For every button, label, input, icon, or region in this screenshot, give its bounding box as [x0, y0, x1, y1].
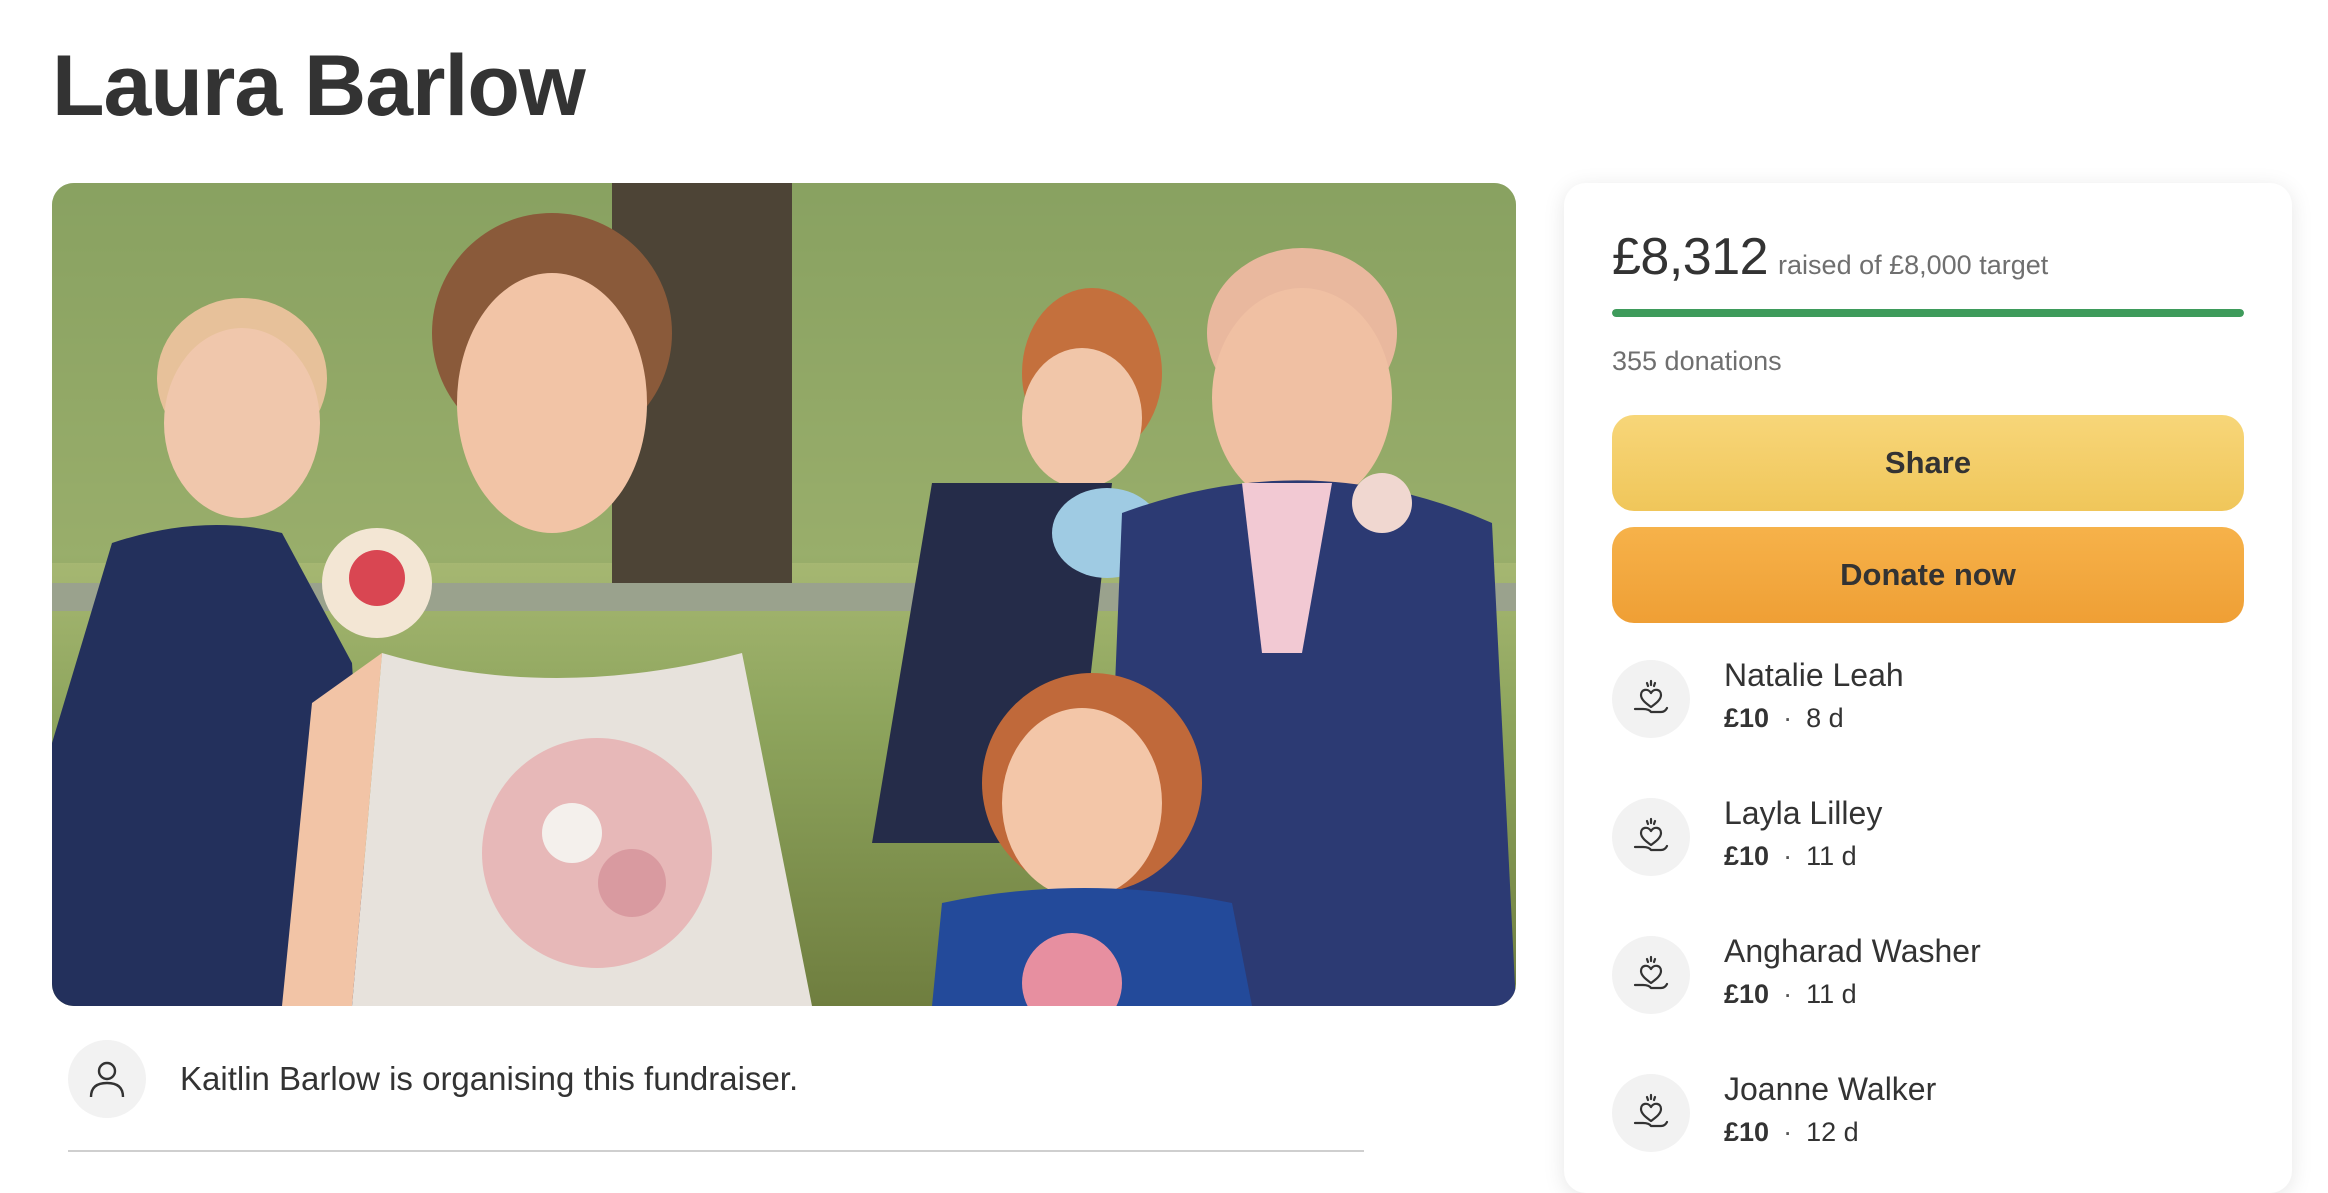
donor-item: Natalie Leah £10 · 8 d: [1612, 657, 2244, 757]
heart-hand-icon: [1612, 1074, 1690, 1152]
donor-meta: £10 · 11 d: [1724, 841, 1857, 871]
donor-amount: £10: [1724, 703, 1770, 733]
page-title: Laura Barlow: [52, 38, 586, 134]
donation-card: £8,312 raised of £8,000 target 355 donat…: [1564, 183, 2292, 1193]
donor-meta: £10 · 11 d: [1724, 979, 1857, 1009]
donor-meta: £10 · 8 d: [1724, 703, 1844, 733]
family-photo-illustration: [52, 183, 1516, 1006]
donate-now-button[interactable]: Donate now: [1612, 527, 2244, 623]
donor-name: Joanne Walker: [1724, 1071, 1937, 1107]
heart-hand-icon: [1612, 798, 1690, 876]
donor-time: 8 d: [1806, 703, 1844, 733]
donor-time: 12 d: [1806, 1117, 1859, 1147]
progress-bar: [1612, 309, 2244, 317]
donor-time: 11 d: [1806, 841, 1857, 871]
organiser-text: Kaitlin Barlow is organising this fundra…: [180, 1060, 799, 1097]
divider: [68, 1150, 1364, 1152]
donor-meta: £10 · 12 d: [1724, 1117, 1859, 1147]
donor-amount: £10: [1724, 1117, 1770, 1147]
progress-fill: [1612, 309, 2244, 317]
person-icon: [68, 1040, 146, 1118]
donor-name: Angharad Washer: [1724, 933, 1981, 969]
heart-hand-icon: [1612, 660, 1690, 738]
donor-item: Joanne Walker £10 · 12 d: [1612, 1071, 2244, 1171]
donor-time: 11 d: [1806, 979, 1857, 1009]
raised-target: raised of £8,000 target: [1778, 250, 2049, 280]
donor-name: Layla Lilley: [1724, 795, 1883, 831]
donor-name: Natalie Leah: [1724, 657, 1904, 693]
donor-amount: £10: [1724, 841, 1770, 871]
donor-item: Layla Lilley £10 · 11 d: [1612, 795, 2244, 895]
hero-photo: [52, 183, 1516, 1006]
donor-item: Angharad Washer £10 · 11 d: [1612, 933, 2244, 1033]
donations-count: 355 donations: [1612, 346, 1782, 376]
share-button[interactable]: Share: [1612, 415, 2244, 511]
raised-amount: £8,312: [1612, 228, 1769, 286]
raised-summary: £8,312 raised of £8,000 target: [1612, 227, 2048, 287]
heart-hand-icon: [1612, 936, 1690, 1014]
organiser-row: Kaitlin Barlow is organising this fundra…: [68, 1040, 798, 1118]
donor-amount: £10: [1724, 979, 1770, 1009]
